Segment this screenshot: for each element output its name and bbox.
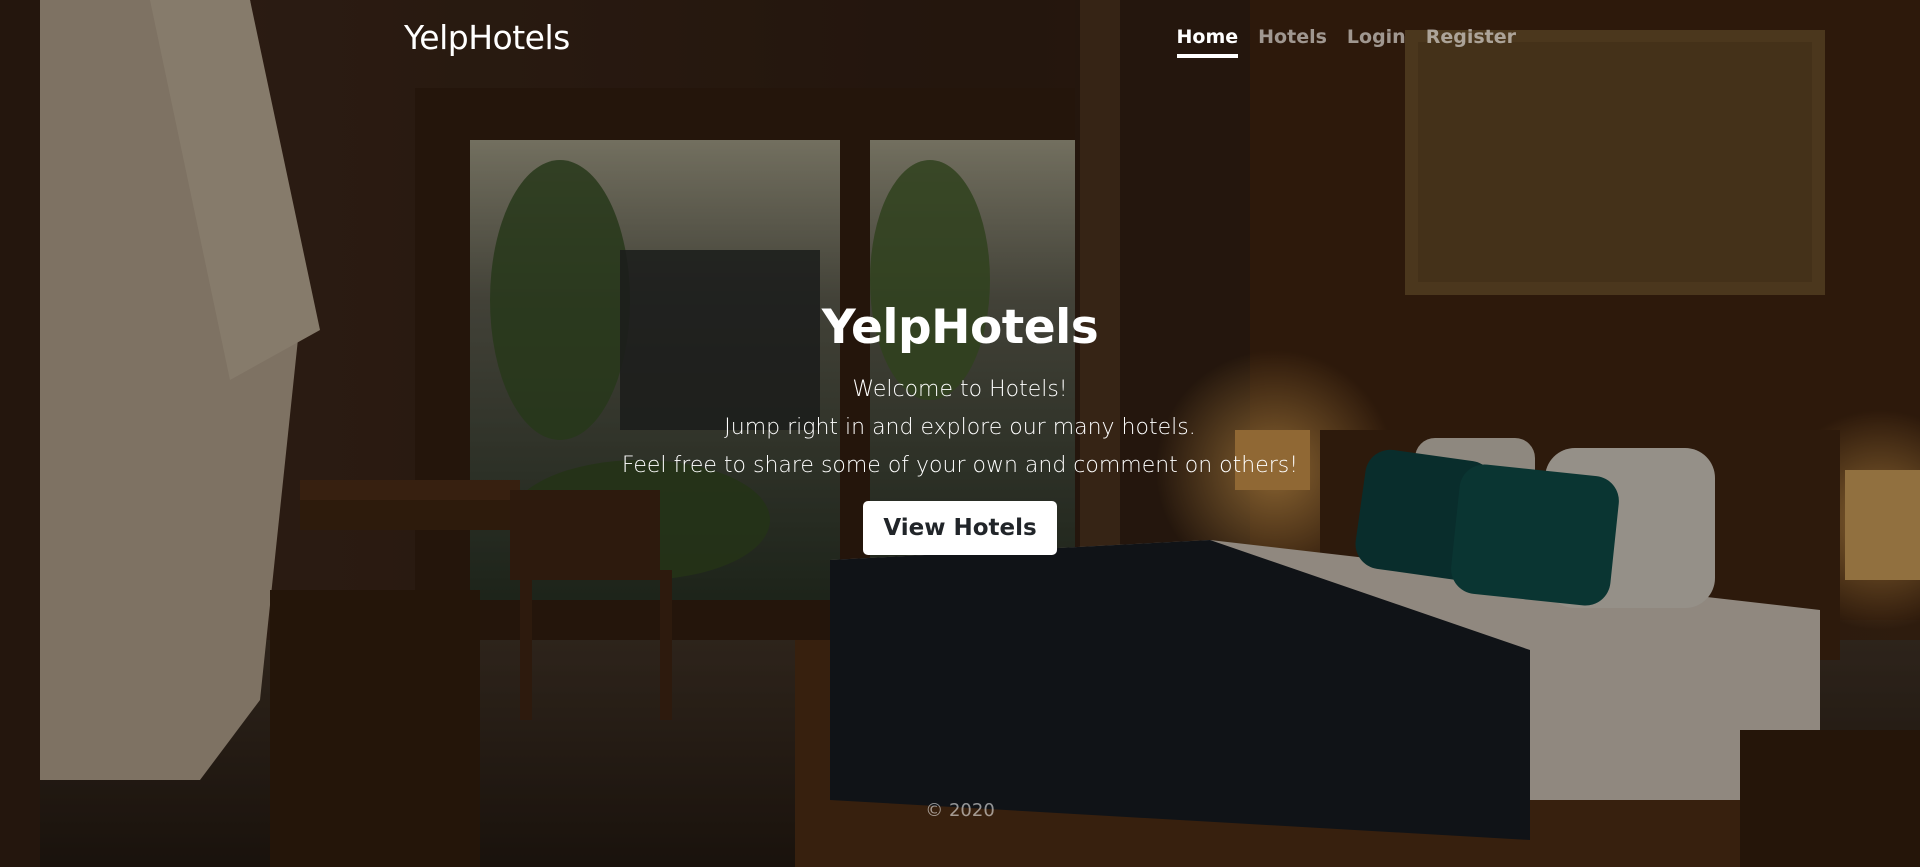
view-hotels-button[interactable]: View Hotels [863,501,1057,555]
hero-title: YelpHotels [821,300,1099,355]
nav-links: Home Hotels Login Register [1176,26,1516,58]
nav-register-link[interactable]: Register [1426,26,1516,58]
nav-login-link[interactable]: Login [1347,26,1406,58]
nav-hotels-link[interactable]: Hotels [1258,26,1327,58]
nav-home-link[interactable]: Home [1176,26,1239,58]
navbar: YelpHotels Home Hotels Login Register [0,0,1920,80]
footer-copyright: © 2020 [925,800,995,821]
hero-share-text: Feel free to share some of your own and … [621,453,1299,478]
hero-section: YelpHotels Welcome to Hotels! Jump right… [0,300,1920,555]
brand-logo[interactable]: YelpHotels [404,18,570,57]
hero-welcome-text: Welcome to Hotels! [852,377,1068,402]
hero-explore-text: Jump right in and explore our many hotel… [724,415,1196,440]
landing-page: YelpHotels Home Hotels Login Register Ye… [0,0,1920,867]
